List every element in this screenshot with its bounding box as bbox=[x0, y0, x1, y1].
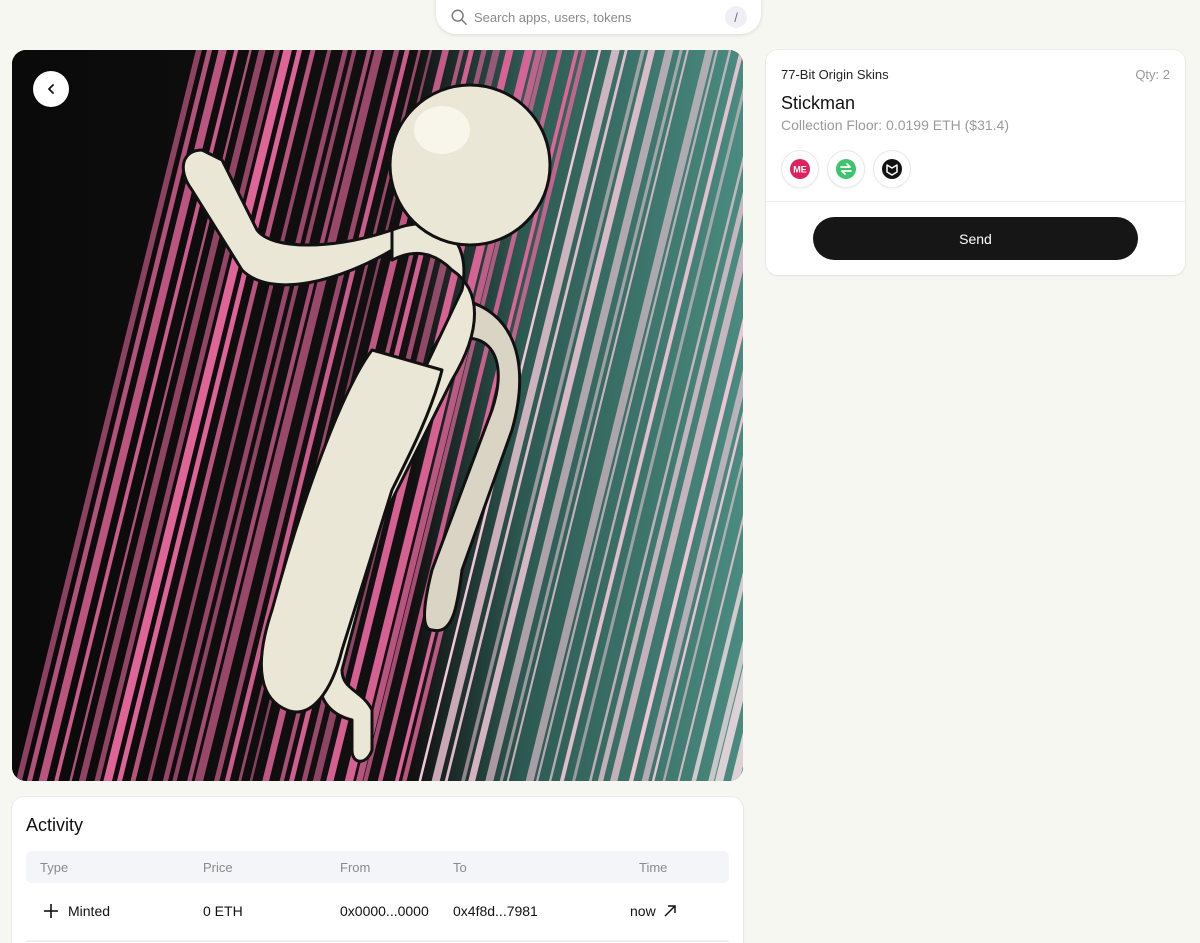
activity-price: 0 ETH bbox=[203, 903, 243, 919]
activity-type-label: Minted bbox=[68, 903, 111, 919]
nft-name: Stickman bbox=[781, 93, 856, 113]
chevron-left-icon bbox=[48, 84, 54, 94]
search-shortcut-badge: / bbox=[725, 6, 747, 28]
swap-icon bbox=[836, 159, 856, 179]
plus-icon bbox=[44, 904, 58, 918]
search-input[interactable] bbox=[474, 9, 714, 25]
activity-type: Minted bbox=[42, 895, 110, 927]
marketplace-links: ME bbox=[781, 150, 911, 188]
column-header-price: Price bbox=[203, 859, 233, 875]
column-header-from: From bbox=[340, 859, 371, 875]
send-button[interactable]: Send bbox=[813, 217, 1138, 260]
row-divider bbox=[26, 940, 729, 942]
collection-name[interactable]: 77-Bit Origin Skins bbox=[781, 67, 889, 82]
activity-table-header: Type Price From To Time bbox=[26, 851, 729, 883]
activity-from[interactable]: 0x0000...0000 bbox=[340, 895, 429, 927]
activity-title: Activity bbox=[26, 815, 84, 835]
activity-time: now bbox=[630, 903, 656, 919]
column-header-type: Type bbox=[40, 859, 69, 875]
marketplace-icon bbox=[882, 159, 902, 179]
svg-text:ME: ME bbox=[793, 165, 807, 175]
collection-floor: Collection Floor: 0.0199 ETH ($31.4) bbox=[781, 117, 1009, 133]
magic-eden-icon: ME bbox=[790, 159, 810, 179]
nft-info-card: 77-Bit Origin Skins Qty: 2 Stickman Coll… bbox=[766, 50, 1185, 275]
market-link-magic-eden[interactable]: ME bbox=[781, 150, 819, 188]
quantity-label: Qty: 2 bbox=[1135, 67, 1170, 82]
column-header-time: Time bbox=[639, 859, 668, 875]
activity-to[interactable]: 0x4f8d...7981 bbox=[453, 895, 538, 927]
search-bar[interactable]: / bbox=[436, 0, 761, 34]
activity-panel: Activity Type Price From To Time Minted … bbox=[12, 797, 743, 943]
card-divider bbox=[766, 201, 1185, 202]
column-header-to: To bbox=[453, 859, 467, 875]
market-link-marketplace[interactable] bbox=[873, 150, 911, 188]
activity-time-link[interactable]: now bbox=[630, 895, 677, 927]
market-link-swap[interactable] bbox=[827, 150, 865, 188]
external-link-arrow-icon bbox=[664, 905, 676, 917]
table-row: Minted 0 ETH 0x0000...0000 0x4f8d...7981… bbox=[26, 895, 729, 927]
back-button[interactable] bbox=[33, 71, 69, 107]
search-icon bbox=[451, 9, 467, 25]
nft-image bbox=[12, 50, 743, 781]
